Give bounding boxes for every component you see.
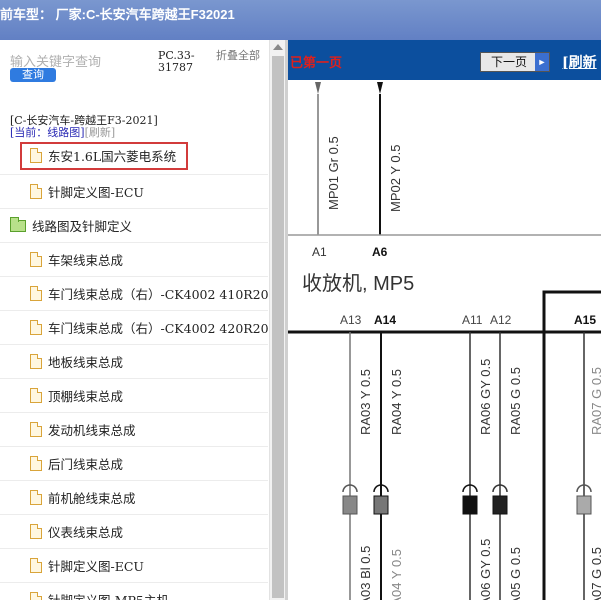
wire-label: MP01 Gr 0.5 bbox=[326, 136, 341, 210]
vehicle-title: 前车型： 厂家:C-长安汽车跨越王F32021 bbox=[0, 7, 235, 22]
highlight-box bbox=[20, 142, 188, 170]
tree-item-label: 针脚定义图-MP5主机 bbox=[48, 590, 169, 600]
pin-label: A1 bbox=[312, 245, 327, 259]
viewer-toolbar: 已第一页 下一页 ► [刷新 bbox=[288, 40, 601, 80]
wire-label: RA06 GY 0.5 bbox=[478, 359, 493, 435]
folder-icon bbox=[10, 216, 26, 232]
next-page-label: 下一页 bbox=[491, 55, 528, 69]
tree-item[interactable]: 针脚定义图-ECU bbox=[0, 549, 268, 583]
collapse-all-link[interactable]: 折叠全部 bbox=[216, 50, 262, 62]
tree-item[interactable]: 车门线束总成（右）-CK4002 420R20 bbox=[0, 311, 268, 345]
tree-item-label: 发动机线束总成 bbox=[48, 423, 136, 438]
left-panel: 查询 PC.33-31787 折叠全部 [C-长安汽车-跨越王F3-2021] … bbox=[0, 40, 285, 600]
tree-item-label: 顶棚线束总成 bbox=[48, 389, 124, 404]
wire-label: RA05 G 0.5 bbox=[508, 367, 523, 435]
arrow-right-icon: ► bbox=[535, 53, 549, 71]
tree-scrollbar[interactable] bbox=[269, 40, 285, 600]
next-page-button[interactable]: 下一页 ► bbox=[480, 52, 550, 72]
file-icon bbox=[30, 524, 42, 539]
tree-folder[interactable]: 线路图及针脚定义 bbox=[0, 209, 268, 243]
component-name: 收放机, MP5 bbox=[302, 272, 414, 295]
wire-label: RA07 G 0.5 bbox=[589, 547, 601, 600]
scroll-up-icon[interactable] bbox=[273, 44, 283, 50]
tree-item[interactable]: 前机舱线束总成 bbox=[0, 481, 268, 515]
tree-item-label: 车门线束总成（右）-CK4002 410R20 bbox=[48, 287, 268, 302]
wire-label: RA05 G 0.5 bbox=[508, 547, 523, 600]
tree-item-label: 车门线束总成（右）-CK4002 420R20 bbox=[48, 321, 268, 336]
tree-item[interactable]: 车架线束总成 bbox=[0, 243, 268, 277]
tree-item-label: 地板线束总成 bbox=[48, 355, 124, 370]
wire-arrow bbox=[377, 82, 383, 94]
file-icon bbox=[30, 388, 42, 403]
title-bar: 前车型： 厂家:C-长安汽车跨越王F32021 bbox=[0, 0, 601, 40]
tree-item[interactable]: 仪表线束总成 bbox=[0, 515, 268, 549]
wire-label: RA03 Y 0.5 bbox=[358, 369, 373, 435]
wire-label: RA03 Bl 0.5 bbox=[358, 546, 373, 600]
first-page-label: 已第一页 bbox=[290, 56, 343, 71]
diagram-viewer: 已第一页 下一页 ► [刷新 MP01 Gr 0.5 MP02 Y 0.5 A1… bbox=[288, 40, 601, 600]
tree-item[interactable]: 针脚定义图-MP5主机 bbox=[0, 583, 268, 600]
tree-item[interactable]: 后门线束总成 bbox=[0, 447, 268, 481]
file-icon bbox=[30, 592, 42, 600]
tree-list: 东安1.6L国六菱电系统 针脚定义图-ECU 线路图及针脚定义 车架线束总成 车… bbox=[0, 137, 268, 600]
pin-label: A6 bbox=[372, 245, 388, 259]
wire-label: RA04 Y 0.5 bbox=[389, 369, 404, 435]
file-icon bbox=[30, 286, 42, 301]
tree-item[interactable]: 针脚定义图-ECU bbox=[0, 175, 268, 209]
tree-item[interactable]: 地板线束总成 bbox=[0, 345, 268, 379]
file-icon bbox=[30, 320, 42, 335]
tree-item[interactable]: 车门线束总成（右）-CK4002 410R20 bbox=[0, 277, 268, 311]
file-icon bbox=[30, 456, 42, 471]
connector-icon bbox=[492, 495, 508, 515]
tree-item-label: 后门线束总成 bbox=[48, 457, 124, 472]
connector-icon bbox=[342, 495, 358, 515]
viewer-refresh-link[interactable]: [刷新 bbox=[562, 52, 597, 72]
pin-label: A11 bbox=[462, 313, 483, 327]
file-icon bbox=[30, 148, 42, 163]
tree-item-label: 针脚定义图-ECU bbox=[48, 185, 144, 200]
wire-label: MP02 Y 0.5 bbox=[388, 145, 403, 212]
tree-item-label: 车架线束总成 bbox=[48, 253, 124, 268]
file-icon bbox=[30, 490, 42, 505]
pin-label: A12 bbox=[490, 313, 512, 327]
pin-label: A14 bbox=[374, 313, 396, 327]
tree-item-label: 线路图及针脚定义 bbox=[32, 219, 133, 234]
wiring-diagram: MP01 Gr 0.5 MP02 Y 0.5 A1 A6 收放机, MP5 A1… bbox=[288, 82, 601, 600]
tree-item-label: 仪表线束总成 bbox=[48, 525, 124, 540]
file-icon bbox=[30, 422, 42, 437]
wire-label: RA04 Y 0.5 bbox=[389, 549, 404, 600]
wire-label: RA07 G 0.5 bbox=[589, 367, 601, 435]
tree-item[interactable]: 东安1.6L国六菱电系统 bbox=[0, 137, 268, 175]
wire-label: RA06 GY 0.5 bbox=[478, 539, 493, 600]
file-icon bbox=[30, 558, 42, 573]
part-code: PC.33-31787 bbox=[158, 49, 195, 74]
tree-item[interactable]: 顶棚线束总成 bbox=[0, 379, 268, 413]
connector-icon bbox=[373, 495, 389, 515]
pin-label: A13 bbox=[340, 313, 362, 327]
connector-icon bbox=[576, 495, 592, 515]
wire-arrow bbox=[315, 82, 321, 94]
file-icon bbox=[30, 184, 42, 199]
connector-icon bbox=[462, 495, 478, 515]
query-button[interactable]: 查询 bbox=[10, 68, 56, 82]
pin-label: A15 bbox=[574, 313, 596, 327]
tree-item-label: 针脚定义图-ECU bbox=[48, 559, 144, 574]
file-icon bbox=[30, 252, 42, 267]
file-icon bbox=[30, 354, 42, 369]
tree-item[interactable]: 发动机线束总成 bbox=[0, 413, 268, 447]
tree-item-label: 前机舱线束总成 bbox=[48, 491, 136, 506]
scroll-thumb[interactable] bbox=[272, 56, 284, 598]
